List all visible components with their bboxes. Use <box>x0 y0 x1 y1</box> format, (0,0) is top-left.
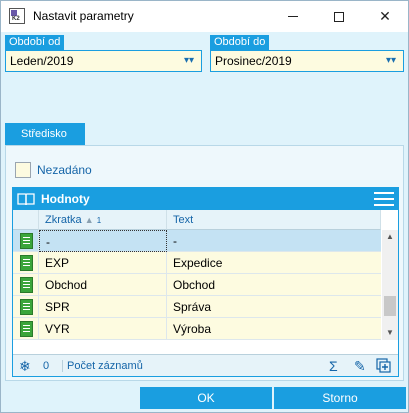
column-header-code-label: Zkratka <box>45 214 82 226</box>
document-icon <box>20 321 33 337</box>
column-header-text-label: Text <box>173 214 194 226</box>
edit-icon[interactable]: ✎ <box>354 358 366 375</box>
book-icon <box>17 193 35 206</box>
cell-text: Výroba <box>173 322 212 336</box>
cell-code: - <box>39 230 167 252</box>
grid-footer: ❄ 0 Počet záznamů Σ ✎ <box>13 354 398 376</box>
table-row[interactable]: Obchod Obchod <box>13 274 381 296</box>
column-header-icon <box>13 210 39 230</box>
document-icon <box>20 299 33 315</box>
maximize-icon <box>334 11 344 22</box>
period-to-field[interactable]: Prosinec/2019 ▾▾ <box>210 50 404 72</box>
dialog-window: K2 Nastavit parametry ✕ Období od Leden/… <box>0 0 409 413</box>
grid-title: Hodnoty <box>41 192 90 206</box>
vertical-scrollbar[interactable]: ▲ ▼ <box>382 230 398 340</box>
nezadano-label: Nezadáno <box>37 163 92 177</box>
document-icon <box>20 233 33 249</box>
app-icon: K2 <box>9 8 25 24</box>
record-count: 0 <box>43 360 50 372</box>
cell-text: Správa <box>173 300 212 314</box>
minimize-button[interactable] <box>270 1 316 32</box>
table-row[interactable]: SPR Správa <box>13 296 381 318</box>
cell-code: SPR <box>39 296 167 318</box>
table-row[interactable]: EXP Expedice <box>13 252 381 274</box>
storno-button[interactable]: Storno <box>274 387 406 409</box>
close-icon: ✕ <box>379 8 391 24</box>
add-record-icon[interactable] <box>376 358 392 374</box>
cell-code: Obchod <box>39 274 167 296</box>
sort-index: 1 <box>96 216 102 225</box>
cell-text: Obchod <box>173 278 216 292</box>
period-from-label: Období od <box>5 35 65 50</box>
window-title: Nastavit parametry <box>33 9 134 23</box>
sort-asc-icon: ▲ <box>84 215 94 225</box>
record-count-label: Počet záznamů <box>62 360 143 372</box>
document-icon <box>20 255 33 271</box>
period-to-label: Období do <box>210 35 270 50</box>
column-header-text[interactable]: Text <box>167 210 381 230</box>
snowflake-icon[interactable]: ❄ <box>19 358 31 375</box>
scroll-down-icon[interactable]: ▼ <box>382 326 398 340</box>
cell-text: - <box>173 234 177 248</box>
period-to-value: Prosinec/2019 <box>215 54 292 68</box>
chevron-down-icon[interactable]: ▾▾ <box>385 56 397 66</box>
tab-stredisko[interactable]: Středisko <box>5 123 85 145</box>
scroll-thumb[interactable] <box>384 296 396 316</box>
scroll-up-icon[interactable]: ▲ <box>382 230 398 244</box>
values-grid: Hodnoty Zkratka ▲ 1 Text - - EXP Expedic… <box>12 187 399 377</box>
ok-button[interactable]: OK <box>140 387 272 409</box>
title-bar[interactable]: K2 Nastavit parametry ✕ <box>1 1 408 32</box>
tab-panel: Nezadáno Hodnoty Zkratka ▲ 1 Text - - EX… <box>5 145 404 381</box>
period-from-value: Leden/2019 <box>10 54 74 68</box>
cell-text: Expedice <box>173 256 223 270</box>
table-row[interactable]: VYR Výroba <box>13 318 381 340</box>
maximize-button[interactable] <box>316 1 362 32</box>
cell-code: EXP <box>39 252 167 274</box>
grid-header: Hodnoty <box>13 188 398 210</box>
period-from-field[interactable]: Leden/2019 ▾▾ <box>5 50 202 72</box>
hamburger-menu-icon[interactable] <box>374 192 394 206</box>
nezadano-checkbox[interactable] <box>15 162 31 178</box>
table-row[interactable]: - - <box>13 230 381 252</box>
sum-icon[interactable]: Σ <box>329 358 338 374</box>
cell-code: VYR <box>39 318 167 340</box>
document-icon <box>20 277 33 293</box>
column-header-code[interactable]: Zkratka ▲ 1 <box>39 210 167 230</box>
minimize-icon <box>288 16 298 17</box>
chevron-down-icon[interactable]: ▾▾ <box>183 56 195 66</box>
close-button[interactable]: ✕ <box>362 1 408 32</box>
